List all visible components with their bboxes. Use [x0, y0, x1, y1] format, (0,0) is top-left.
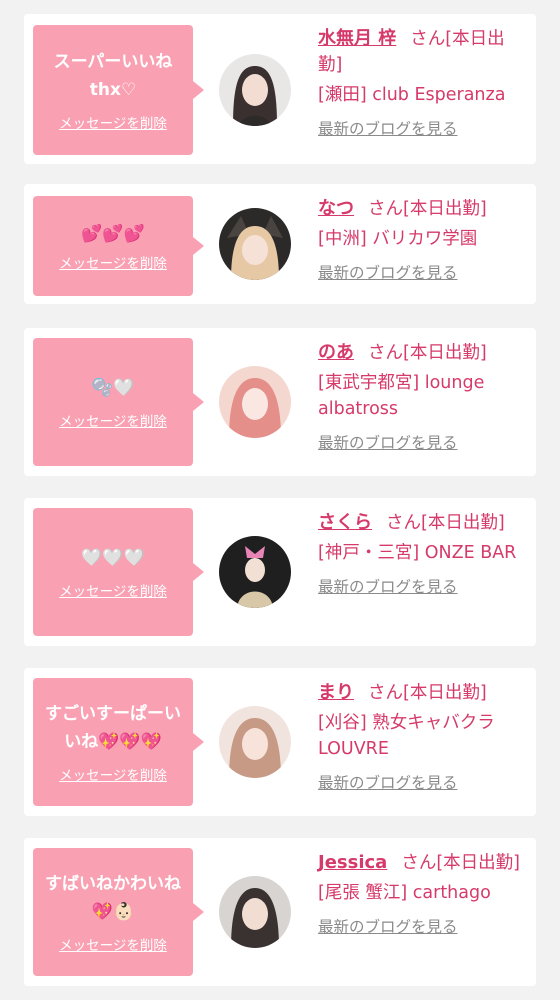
avatar[interactable] [219, 366, 291, 438]
delete-message-link[interactable]: メッセージを削除 [59, 580, 167, 600]
delete-message-link[interactable]: メッセージを削除 [59, 410, 167, 430]
message-text: 🫧🤍 [91, 378, 135, 398]
avatar[interactable] [219, 536, 291, 608]
avatar-image [219, 366, 291, 438]
status-text: さん[本日出勤] [386, 513, 505, 533]
message-bubble: スーパーいいね thx♡ メッセージを削除 [33, 25, 204, 155]
shop-text: [神戸・三宮] ONZE BAR [318, 543, 517, 563]
list-item: 💕💕💕 メッセージを削除 なつ さん[本日出勤] [中洲] バリカワ学園 最新のブ… [24, 184, 536, 304]
cast-info: さくら さん[本日出勤] [神戸・三宮] ONZE BAR 最新のブログを見る [318, 510, 524, 600]
delete-message-link[interactable]: メッセージを削除 [59, 934, 167, 954]
avatar[interactable] [219, 208, 291, 280]
avatar[interactable] [219, 54, 291, 126]
cast-name-link[interactable]: なつ [318, 198, 354, 219]
avatar-image [219, 208, 291, 280]
shop-text: [瀬田] club Esperanza [318, 85, 506, 105]
status-text: さん[本日出勤] [368, 199, 487, 219]
latest-blog-link[interactable]: 最新のブログを見る [318, 914, 524, 940]
list-item: スーパーいいね thx♡ メッセージを削除 水無月 梓さん[本日出勤] [瀬田]… [24, 14, 536, 164]
latest-blog-link[interactable]: 最新のブログを見る [318, 574, 524, 600]
message-bubble: 🤍🤍🤍 メッセージを削除 [33, 508, 204, 636]
latest-blog-link[interactable]: 最新のブログを見る [318, 430, 524, 456]
avatar-image [219, 536, 291, 608]
status-text: さん[本日出勤] [368, 683, 487, 703]
cast-name-link[interactable]: まり [318, 682, 354, 703]
cast-info: まり さん[本日出勤] [刈谷] 熟女キャバクラ LOUVRE 最新のブログを見る [318, 680, 524, 796]
cast-name-link[interactable]: さくら [318, 512, 372, 533]
status-text: さん[本日出勤] [401, 853, 520, 873]
avatar[interactable] [219, 876, 291, 948]
message-text: すばいねかわいね 💖👶🏻 [45, 874, 181, 922]
latest-blog-link[interactable]: 最新のブログを見る [318, 770, 524, 796]
message-text: 💕💕💕 [81, 224, 145, 244]
message-text: スーパーいいね thx♡ [53, 52, 173, 100]
shop-text: [尾張 蟹江] carthago [318, 883, 491, 903]
list-item: すばいねかわいね 💖👶🏻 メッセージを削除 Jessica さん[本日出勤] [尾… [24, 838, 536, 986]
message-bubble: 💕💕💕 メッセージを削除 [33, 196, 204, 296]
cast-info: 水無月 梓さん[本日出勤] [瀬田] club Esperanza 最新のブログ… [318, 26, 524, 142]
list-item: 🫧🤍 メッセージを削除 のあ さん[本日出勤] [東武宇都宮] lounge al… [24, 328, 536, 476]
like-message-list: スーパーいいね thx♡ メッセージを削除 水無月 梓さん[本日出勤] [瀬田]… [0, 0, 560, 1000]
cast-name-link[interactable]: 水無月 梓 [318, 28, 396, 49]
message-bubble: すごいすーぱーい いね💖💖💖 メッセージを削除 [33, 678, 204, 806]
avatar-image [219, 876, 291, 948]
message-bubble: すばいねかわいね 💖👶🏻 メッセージを削除 [33, 848, 204, 976]
message-bubble: 🫧🤍 メッセージを削除 [33, 338, 204, 466]
shop-text: [中洲] バリカワ学園 [318, 229, 478, 249]
cast-name-link[interactable]: Jessica [318, 852, 387, 873]
delete-message-link[interactable]: メッセージを削除 [59, 764, 167, 784]
status-text: さん[本日出勤] [368, 343, 487, 363]
message-text: 🤍🤍🤍 [81, 548, 145, 568]
shop-text: [東武宇都宮] lounge albatross [318, 373, 485, 419]
shop-text: [刈谷] 熟女キャバクラ LOUVRE [318, 713, 495, 759]
list-item: 🤍🤍🤍 メッセージを削除 さくら さん[本日出勤] [神戸・三宮] ONZE BA… [24, 498, 536, 646]
avatar[interactable] [219, 706, 291, 778]
cast-info: なつ さん[本日出勤] [中洲] バリカワ学園 最新のブログを見る [318, 196, 524, 286]
delete-message-link[interactable]: メッセージを削除 [59, 112, 167, 132]
cast-info: のあ さん[本日出勤] [東武宇都宮] lounge albatross 最新のブ… [318, 340, 524, 456]
delete-message-link[interactable]: メッセージを削除 [59, 252, 167, 272]
message-text: すごいすーぱーい いね💖💖💖 [45, 704, 181, 752]
avatar-image [219, 54, 291, 126]
latest-blog-link[interactable]: 最新のブログを見る [318, 116, 524, 142]
avatar-image [219, 706, 291, 778]
cast-info: Jessica さん[本日出勤] [尾張 蟹江] carthago 最新のブログを… [318, 850, 524, 940]
list-item: すごいすーぱーい いね💖💖💖 メッセージを削除 まり さん[本日出勤] [刈谷] … [24, 668, 536, 816]
latest-blog-link[interactable]: 最新のブログを見る [318, 260, 524, 286]
cast-name-link[interactable]: のあ [318, 342, 354, 363]
